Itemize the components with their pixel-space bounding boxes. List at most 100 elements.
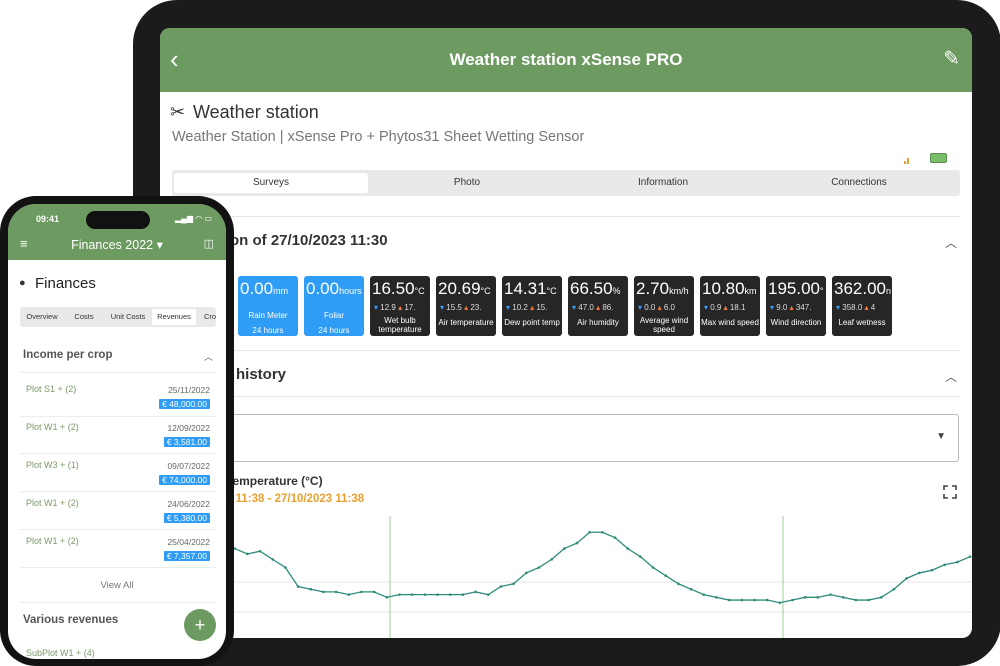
plot-name: Plot W1 + (2) bbox=[26, 422, 79, 432]
arrow-down-icon: ▾ bbox=[374, 303, 379, 312]
data-point bbox=[372, 590, 376, 594]
chevron-up-icon[interactable]: ︿ bbox=[204, 350, 213, 363]
map-icon[interactable]: ◫ bbox=[204, 237, 214, 250]
tile-wet-bulb[interactable]: 16.50°C ▾ 12.9 ▴ 17. Wet bulb temperatur… bbox=[370, 276, 430, 336]
arrow-up-icon: ▴ bbox=[596, 303, 601, 312]
data-point bbox=[410, 593, 414, 596]
row-date: 09/07/2022 bbox=[167, 461, 210, 471]
data-point bbox=[740, 598, 744, 602]
add-button[interactable]: + bbox=[184, 609, 216, 641]
data-point bbox=[461, 593, 465, 596]
data-point bbox=[765, 598, 769, 602]
tab-photo[interactable]: Photo bbox=[370, 173, 564, 193]
tile-air-temperature[interactable]: 20.69°C ▾ 15.5 ▴ 23. Air temperature bbox=[436, 276, 496, 336]
station-subtitle: Weather Station | xSense Pro + Phytos31 … bbox=[172, 129, 585, 145]
tile-max: 86. bbox=[602, 303, 614, 312]
tile-label: Foliar bbox=[323, 311, 344, 320]
tile-average-wind-speed[interactable]: 2.70km/h ▾ 0.0 ▴ 6.0 Average wind speed bbox=[634, 276, 694, 336]
tile-value: 16.50 bbox=[372, 279, 415, 298]
data-point bbox=[879, 596, 883, 599]
divider bbox=[20, 529, 216, 530]
tile-max: 23. bbox=[470, 303, 482, 312]
tablet-title: Weather station xSense PRO bbox=[449, 50, 683, 69]
expand-icon[interactable] bbox=[943, 485, 957, 499]
tile-leaf-wetness[interactable]: 362.00n ▾ 358.0 ▴ 4 Leaf wetness bbox=[832, 276, 892, 336]
series-line bbox=[221, 531, 971, 604]
tile-foliar[interactable]: 0.00hours Foliar 24 hours bbox=[304, 276, 364, 336]
tab-connections[interactable]: Connections bbox=[762, 173, 956, 193]
tile-value: 362.00 bbox=[834, 279, 886, 298]
data-point bbox=[867, 598, 870, 602]
phone-screen: 09:41 ▂▄▆ ◠ ▭ ≡ Finances 2022 ▾ ◫ ● Fina… bbox=[8, 204, 226, 659]
tab-revenues[interactable]: Revenues bbox=[152, 309, 196, 325]
coins-icon: ● bbox=[19, 277, 26, 289]
arrow-up-icon: ▴ bbox=[864, 303, 869, 312]
data-point bbox=[841, 596, 845, 599]
phone-header-title[interactable]: Finances 2022 ▾ bbox=[8, 237, 226, 252]
arrow-up-icon: ▴ bbox=[398, 303, 403, 312]
tab-surveys[interactable]: Surveys bbox=[174, 173, 368, 193]
data-point bbox=[537, 566, 541, 569]
data-point bbox=[575, 541, 579, 545]
tile-unit: mm bbox=[273, 286, 289, 296]
data-point bbox=[423, 593, 427, 596]
divider bbox=[20, 372, 216, 373]
tile-air-humidity[interactable]: 66.50% ▾ 47.0 ▴ 86. Air humidity bbox=[568, 276, 628, 336]
tile-max-wind-speed[interactable]: 10.80km ▾ 0.9 ▴ 18.1 Max wind speed bbox=[700, 276, 760, 336]
chevron-up-icon[interactable]: ︿ bbox=[945, 368, 957, 385]
tab-crops[interactable]: Cro bbox=[198, 309, 216, 325]
tile-label: Air humidity bbox=[577, 318, 619, 327]
divider bbox=[20, 567, 216, 568]
data-point bbox=[626, 547, 629, 550]
tile-wind-direction[interactable]: 195.00° ▾ 9.0 ▴ 347. Wind direction bbox=[766, 276, 826, 336]
tab-information[interactable]: Information bbox=[566, 173, 760, 193]
data-point bbox=[613, 536, 617, 539]
temperature-chart bbox=[220, 516, 972, 638]
data-point bbox=[398, 593, 401, 596]
sensor-select[interactable]: ▼ bbox=[220, 414, 959, 462]
tile-unit: % bbox=[612, 286, 621, 296]
tab-overview[interactable]: Overview bbox=[22, 309, 62, 325]
tile-min: 0.0 bbox=[644, 303, 656, 312]
data-point bbox=[905, 577, 908, 580]
divider bbox=[172, 216, 960, 217]
data-point bbox=[816, 596, 820, 599]
row-date: 24/06/2022 bbox=[167, 499, 210, 509]
plot-name: Plot W1 + (2) bbox=[26, 536, 79, 546]
data-point bbox=[246, 552, 249, 556]
edit-icon[interactable]: ✎ bbox=[943, 46, 960, 71]
station-title: Weather station bbox=[193, 102, 319, 122]
arrow-up-icon: ▴ bbox=[530, 303, 535, 312]
tile-rain-meter[interactable]: 0.00mm Rain Meter 24 hours bbox=[238, 276, 298, 336]
tile-value: 10.80 bbox=[702, 279, 745, 298]
tab-costs[interactable]: Costs bbox=[64, 309, 104, 325]
plot-name: Plot W3 + (1) bbox=[26, 460, 79, 470]
signal-icon bbox=[904, 158, 909, 164]
tile-min: 47.0 bbox=[578, 303, 594, 312]
data-point bbox=[778, 601, 782, 605]
row-amount: € 74,000.00 bbox=[159, 475, 210, 485]
data-point bbox=[715, 596, 718, 599]
tile-unit: ° bbox=[820, 286, 824, 296]
tile-value: 2.70 bbox=[636, 279, 670, 298]
row-amount: € 5,380.00 bbox=[163, 513, 210, 523]
data-point bbox=[702, 593, 706, 596]
chevron-up-icon[interactable]: ︿ bbox=[945, 234, 957, 251]
arrow-up-icon: ▴ bbox=[464, 303, 469, 312]
data-point bbox=[664, 574, 668, 577]
tile-max: 15. bbox=[536, 303, 548, 312]
chart-date-range: 3 11:38 - 27/10/2023 11:38 bbox=[226, 493, 365, 505]
data-point bbox=[930, 568, 934, 572]
data-point bbox=[791, 598, 794, 602]
tile-value: 20.69 bbox=[438, 279, 481, 298]
data-point bbox=[601, 530, 604, 534]
view-all-link[interactable]: View All bbox=[8, 580, 226, 591]
tab-unit-costs[interactable]: Unit Costs bbox=[106, 309, 150, 325]
arrow-down-icon: ▾ bbox=[836, 303, 841, 312]
data-point bbox=[334, 590, 338, 594]
dynamic-island bbox=[86, 211, 150, 229]
battery-icon bbox=[930, 153, 947, 163]
tile-min: 9.0 bbox=[776, 303, 788, 312]
tile-dew-point[interactable]: 14.31°C ▾ 10.2 ▴ 15. Dew point temp bbox=[502, 276, 562, 336]
data-point bbox=[651, 566, 655, 569]
